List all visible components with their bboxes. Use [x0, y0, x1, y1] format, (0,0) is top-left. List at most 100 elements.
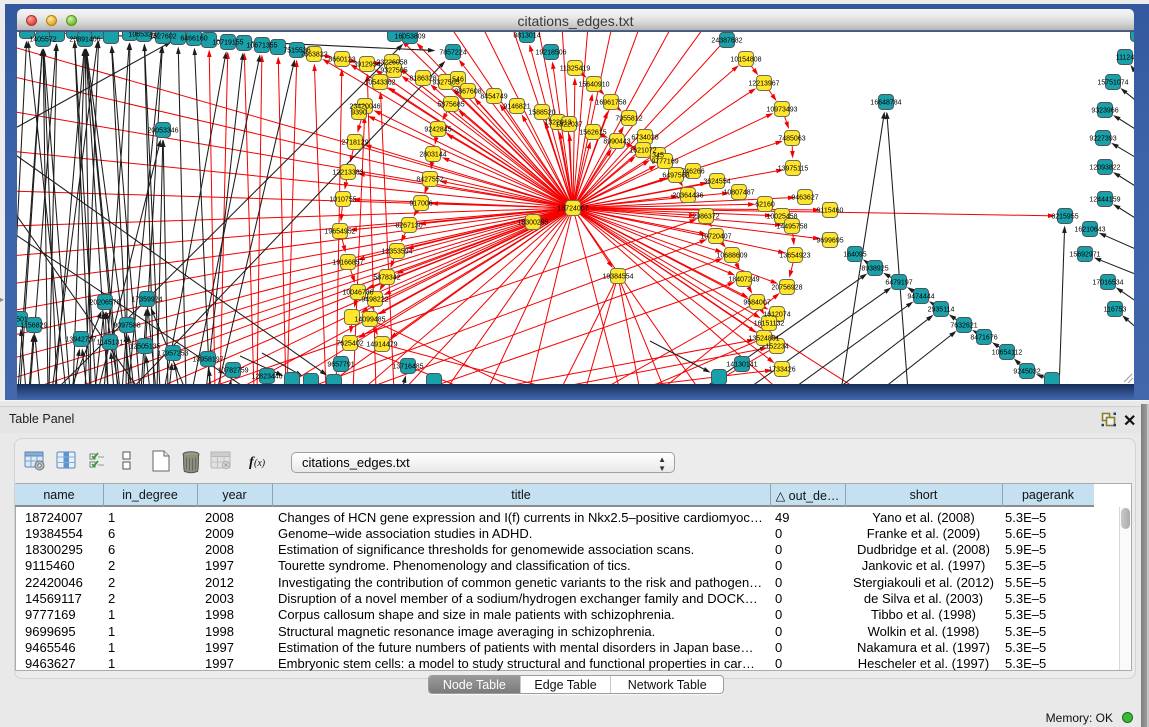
svg-text:7485063: 7485063 — [778, 136, 805, 143]
svg-text:7663822: 7663822 — [300, 52, 327, 59]
svg-text:62160: 62160 — [755, 202, 775, 209]
svg-text:10543362: 10543362 — [364, 80, 395, 87]
svg-text:9777169: 9777169 — [651, 159, 678, 166]
svg-text:20206578: 20206578 — [89, 300, 120, 307]
svg-text:10046786: 10046786 — [342, 290, 373, 297]
svg-text:16053809: 16053809 — [394, 34, 425, 41]
svg-text:1588520: 1588520 — [528, 110, 555, 117]
svg-text:12444159: 12444159 — [1089, 197, 1120, 204]
svg-text:19218506: 19218506 — [535, 50, 566, 57]
svg-text:11124: 11124 — [1116, 55, 1134, 62]
svg-text:20364436: 20364436 — [672, 193, 703, 200]
svg-text:12093822: 12093822 — [1089, 165, 1120, 172]
svg-text:9242845: 9242845 — [424, 127, 451, 134]
svg-text:10782759: 10782759 — [217, 368, 248, 375]
svg-text:11325419: 11325419 — [560, 66, 591, 73]
svg-text:10807487: 10807487 — [723, 190, 754, 197]
svg-text:9227393: 9227393 — [1089, 136, 1116, 143]
svg-text:18300295: 18300295 — [517, 220, 548, 227]
svg-text:16961758: 16961758 — [595, 100, 626, 107]
svg-text:16648784: 16648784 — [870, 100, 901, 107]
svg-text:15751074: 15751074 — [1097, 80, 1128, 87]
svg-text:18407249: 18407249 — [728, 277, 759, 284]
svg-text:17957253: 17957253 — [157, 351, 188, 358]
svg-text:10720407: 10720407 — [700, 234, 731, 241]
svg-text:8215955: 8215955 — [1051, 214, 1078, 221]
svg-text:12353594: 12353594 — [381, 249, 412, 256]
svg-text:17016534: 17016534 — [1092, 280, 1123, 287]
svg-text:9498222: 9498222 — [361, 297, 388, 304]
svg-text:1612074: 1612074 — [763, 312, 790, 319]
svg-text:1405572: 1405572 — [29, 37, 56, 44]
svg-text:14099485: 14099485 — [354, 317, 385, 324]
svg-text:2986372: 2986372 — [692, 214, 719, 221]
svg-text:20053346: 20053346 — [147, 128, 178, 135]
svg-text:12823446: 12823446 — [251, 374, 282, 381]
svg-text:2718129: 2718129 — [341, 140, 368, 147]
svg-text:9657791: 9657791 — [327, 362, 354, 369]
svg-text:2803144: 2803144 — [419, 152, 446, 159]
svg-text:9097588: 9097588 — [113, 323, 140, 330]
svg-text:12213383: 12213383 — [332, 170, 363, 177]
svg-text:8471676: 8471676 — [970, 335, 997, 342]
svg-text:9474444: 9474444 — [907, 294, 934, 301]
svg-text:546: 546 — [452, 77, 464, 84]
svg-text:10154808: 10154808 — [730, 57, 761, 64]
svg-text:9245032: 9245032 — [1013, 369, 1040, 376]
svg-text:19384554: 19384554 — [602, 274, 633, 281]
svg-text:13716485: 13716485 — [392, 364, 423, 371]
svg-text:9327505: 9327505 — [380, 68, 407, 75]
svg-text:12213967: 12213967 — [748, 81, 779, 88]
svg-text:1822037: 1822037 — [555, 122, 582, 129]
svg-text:6479197: 6479197 — [885, 280, 912, 287]
svg-text:16151132: 16151132 — [754, 321, 785, 328]
svg-text:8990443: 8990443 — [603, 139, 630, 146]
svg-text:10688609: 10688609 — [716, 253, 747, 260]
svg-text:164095: 164095 — [843, 252, 866, 259]
svg-text:746266: 746266 — [681, 169, 704, 176]
svg-text:6466160: 6466160 — [180, 36, 207, 43]
svg-text:10973493: 10973493 — [766, 107, 797, 114]
svg-text:1010755: 1010755 — [329, 197, 356, 204]
svg-text:2935114: 2935114 — [928, 307, 955, 314]
svg-text:1156829: 1156829 — [21, 323, 48, 330]
svg-text:1733426: 1733426 — [768, 367, 795, 374]
svg-text:18724007: 18724007 — [557, 206, 588, 213]
svg-text:9115460: 9115460 — [817, 208, 844, 215]
svg-text:24387682: 24387682 — [711, 38, 742, 45]
svg-text:14495758: 14495758 — [776, 224, 807, 231]
svg-text:7625402: 7625402 — [336, 341, 363, 348]
svg-text:20891406: 20891406 — [69, 37, 100, 44]
svg-text:8454749: 8454749 — [480, 94, 507, 101]
svg-text:5875685: 5875685 — [437, 102, 464, 109]
svg-text:10654112: 10654112 — [992, 350, 1023, 357]
svg-text:8427552: 8427552 — [416, 177, 443, 184]
svg-text:9463627: 9463627 — [791, 195, 818, 202]
svg-text:6734028: 6734028 — [631, 135, 658, 142]
svg-text:10671355: 10671355 — [246, 43, 277, 50]
svg-text:1527602: 1527602 — [149, 34, 176, 41]
svg-text:116753: 116753 — [1104, 307, 1127, 314]
svg-text:23226058: 23226058 — [376, 60, 407, 67]
svg-text:20756928: 20756928 — [771, 285, 802, 292]
svg-text:13654923: 13654923 — [779, 253, 810, 260]
svg-text:152234: 152234 — [765, 344, 788, 351]
svg-text:13524851: 13524851 — [748, 336, 779, 343]
svg-text:13975115: 13975115 — [778, 166, 809, 173]
svg-text:8813014: 8813014 — [513, 33, 540, 40]
svg-text:10025458: 10025458 — [766, 214, 797, 221]
svg-text:14130141: 14130141 — [726, 362, 757, 369]
svg-text:1562615: 1562615 — [579, 130, 606, 137]
svg-text:7857224: 7857224 — [439, 50, 466, 57]
svg-text:16210643: 16210643 — [1074, 227, 1105, 234]
svg-text:10958197: 10958197 — [192, 357, 223, 364]
svg-text:9699695: 9699695 — [816, 238, 843, 245]
svg-text:9146821: 9146821 — [503, 104, 530, 111]
svg-text:9390: 9390 — [351, 110, 367, 117]
svg-text:13942737: 13942737 — [65, 337, 96, 344]
svg-text:5878342: 5878342 — [373, 275, 400, 282]
svg-text:8938925: 8938925 — [861, 266, 888, 273]
svg-text:3624554: 3624554 — [703, 179, 730, 186]
svg-text:19166857: 19166857 — [332, 260, 363, 267]
svg-text:1145131: 1145131 — [97, 340, 124, 347]
